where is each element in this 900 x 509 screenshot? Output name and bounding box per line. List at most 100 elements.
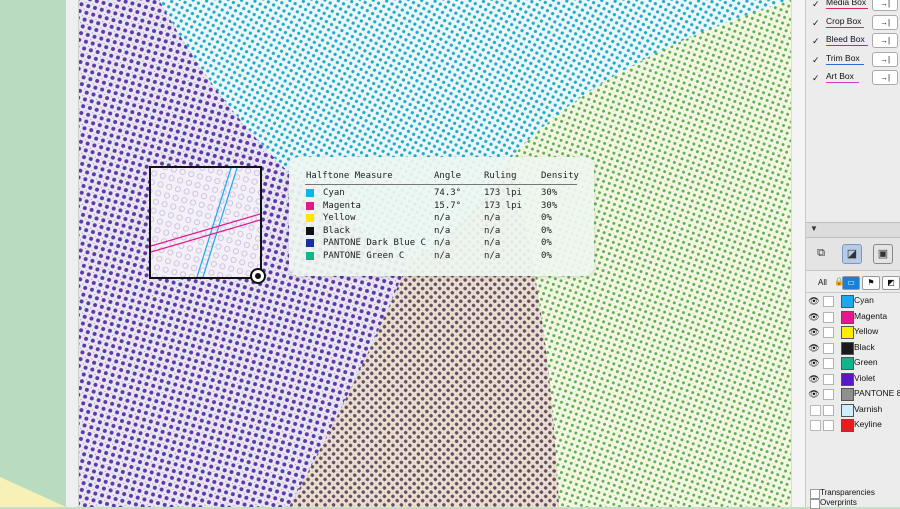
separation-name: Magenta bbox=[854, 310, 888, 321]
overlay-mode-icon[interactable]: ◪ bbox=[842, 244, 862, 264]
measure-cell-angle: n/a bbox=[434, 225, 451, 236]
measure-cell-name: Black bbox=[323, 225, 351, 236]
separation-row[interactable]: Varnish bbox=[806, 403, 900, 418]
separation-checkbox[interactable] bbox=[823, 342, 834, 354]
overprints-checkbox[interactable] bbox=[810, 499, 820, 509]
separation-checkbox[interactable] bbox=[823, 296, 834, 307]
filter-technical-button[interactable]: ◩ bbox=[882, 276, 900, 290]
eye-hidden-icon[interactable] bbox=[810, 420, 821, 431]
separation-color-swatch bbox=[841, 310, 854, 324]
separation-checkbox[interactable] bbox=[823, 358, 834, 369]
filter-process-button[interactable]: ▭ bbox=[842, 276, 860, 290]
page-box-row[interactable]: ✓ Media Box →| bbox=[806, 0, 900, 14]
page-box-jump-button[interactable]: →| bbox=[872, 0, 898, 11]
page-box-color-line bbox=[826, 26, 864, 28]
measure-cell-ruling: 173 lpi bbox=[484, 188, 522, 198]
page-box-jump-button[interactable]: →| bbox=[872, 33, 898, 48]
measure-cell-name: Magenta bbox=[323, 200, 361, 211]
measure-cell-density: 30% bbox=[541, 200, 558, 211]
measure-cell-angle: n/a bbox=[434, 213, 451, 224]
separation-checkbox[interactable] bbox=[823, 389, 834, 400]
separation-row[interactable]: 👁 Black bbox=[806, 341, 900, 356]
loupe-handle-icon[interactable] bbox=[250, 268, 266, 284]
measure-header-name: Halftone Measure bbox=[306, 171, 393, 181]
separation-checkbox[interactable] bbox=[823, 404, 834, 416]
measure-cell-density: 0% bbox=[541, 225, 552, 236]
checkmark-icon[interactable]: ✓ bbox=[812, 18, 820, 29]
eye-icon[interactable]: 👁 bbox=[808, 312, 820, 322]
disclosure-triangle-icon[interactable]: ▼ bbox=[810, 224, 818, 233]
page-box-jump-button[interactable]: →| bbox=[872, 14, 898, 30]
eye-icon[interactable]: 👁 bbox=[808, 296, 820, 306]
measure-header-ruling: Ruling bbox=[484, 171, 517, 181]
measure-cell-density: 30% bbox=[541, 188, 558, 198]
page-box-jump-button[interactable]: →| bbox=[872, 70, 898, 85]
page-box-row[interactable]: ✓ Trim Box →| bbox=[806, 51, 900, 70]
separation-name: PANTONE 87 bbox=[854, 388, 900, 398]
transparencies-label: Transparencies bbox=[820, 488, 875, 497]
single-plate-mode-icon[interactable]: ▣ bbox=[873, 244, 893, 264]
panel-tab-bar[interactable]: ▼ bbox=[806, 222, 900, 238]
separation-name: Keyline bbox=[854, 419, 882, 429]
page-box-label: Art Box bbox=[826, 71, 854, 81]
separation-name: Varnish bbox=[854, 403, 883, 414]
measure-cell-ruling: 173 lpi bbox=[484, 200, 522, 211]
halftone-loupe[interactable] bbox=[149, 166, 262, 279]
checkmark-icon[interactable]: ✓ bbox=[812, 0, 820, 10]
eye-icon[interactable]: 👁 bbox=[808, 389, 820, 399]
page-box-label: Trim Box bbox=[826, 52, 860, 63]
page-box-color-line bbox=[826, 8, 869, 9]
separation-name: Yellow bbox=[854, 326, 879, 336]
yellow-corner bbox=[0, 477, 66, 507]
measure-cell-name: Yellow bbox=[323, 213, 356, 224]
separation-checkbox[interactable] bbox=[823, 373, 834, 385]
measure-cell-angle: n/a bbox=[434, 238, 451, 249]
separation-row[interactable]: 👁 Magenta bbox=[806, 310, 900, 325]
separation-color-swatch bbox=[841, 326, 854, 339]
overprints-label: Overprints bbox=[820, 498, 857, 507]
eye-icon[interactable]: 👁 bbox=[808, 358, 820, 368]
page-box-row[interactable]: ✓ Bleed Box →| bbox=[806, 33, 900, 51]
separation-checkbox[interactable] bbox=[823, 311, 834, 323]
separation-row[interactable]: 👁 Cyan bbox=[806, 294, 900, 309]
measure-row: Yellow n/a n/a 0% bbox=[289, 213, 594, 225]
measure-cell-ruling: n/a bbox=[484, 213, 501, 224]
eye-hidden-icon[interactable] bbox=[810, 404, 821, 416]
separation-row[interactable]: Keyline bbox=[806, 418, 900, 433]
ink-swatch bbox=[306, 189, 314, 197]
separation-checkbox[interactable] bbox=[823, 327, 834, 338]
checkmark-icon[interactable]: ✓ bbox=[812, 73, 820, 84]
transparencies-option[interactable]: Transparencies bbox=[806, 488, 900, 499]
filter-spot-button[interactable]: ⚑ bbox=[862, 276, 880, 290]
separation-row[interactable]: 👁 Green bbox=[806, 356, 900, 371]
measure-row: PANTONE Green C n/a n/a 0% bbox=[289, 251, 594, 263]
separation-color-swatch bbox=[841, 341, 854, 355]
eye-icon[interactable]: 👁 bbox=[808, 343, 820, 353]
page-box-jump-button[interactable]: →| bbox=[872, 51, 898, 67]
separations-mode-icon[interactable]: ⧉ bbox=[812, 244, 830, 262]
measure-cell-name: PANTONE Dark Blue C bbox=[323, 238, 426, 249]
checkmark-icon[interactable]: ✓ bbox=[812, 36, 820, 47]
separation-name: Green bbox=[854, 357, 878, 367]
loupe-zoom-view bbox=[151, 168, 260, 277]
separation-color-swatch bbox=[841, 357, 854, 370]
page-box-row[interactable]: ✓ Art Box →| bbox=[806, 70, 900, 88]
page-box-row[interactable]: ✓ Crop Box →| bbox=[806, 14, 900, 33]
eye-icon[interactable]: 👁 bbox=[808, 327, 820, 337]
halftone-measure-overlay: Halftone Measure Angle Ruling Density Cy… bbox=[289, 157, 594, 276]
separation-checkbox[interactable] bbox=[823, 420, 834, 431]
page-box-color-line bbox=[826, 63, 864, 65]
separation-color-swatch bbox=[841, 403, 854, 417]
ink-swatch bbox=[306, 214, 314, 223]
separation-row[interactable]: 👁 Yellow bbox=[806, 325, 900, 340]
filter-all-label[interactable]: All bbox=[818, 278, 827, 287]
measure-cell-name: Cyan bbox=[323, 188, 345, 198]
view-mode-bar: ⧉ ◪ ▣ bbox=[806, 238, 900, 271]
eye-icon[interactable]: 👁 bbox=[808, 374, 820, 384]
output-preview-panel: ✓ Media Box →| ✓ Crop Box →| ✓ Bleed Box →| ✓ Trim… bbox=[805, 0, 900, 509]
measure-divider bbox=[305, 184, 577, 185]
page-box-color-line bbox=[826, 45, 869, 46]
checkmark-icon[interactable]: ✓ bbox=[812, 55, 820, 66]
separation-row[interactable]: 👁 Violet bbox=[806, 372, 900, 387]
separation-row[interactable]: 👁 PANTONE 87 bbox=[806, 387, 900, 402]
